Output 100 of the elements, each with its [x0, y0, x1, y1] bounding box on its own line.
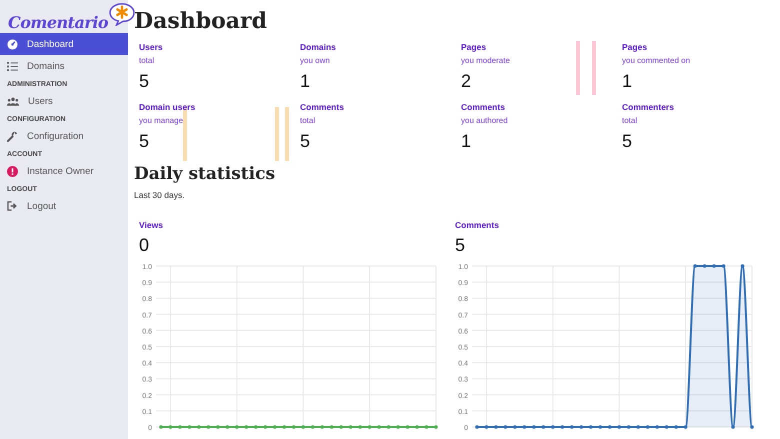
vertical-stripe [576, 41, 580, 95]
stat-value: 1 [622, 71, 634, 92]
stat-caption: you commented on [622, 56, 692, 65]
logo-text: Comentario [8, 13, 108, 32]
alert-icon [7, 166, 18, 176]
nav-item[interactable]: Users [0, 90, 128, 112]
data-point [722, 264, 726, 268]
data-point [551, 425, 555, 429]
vertical-stripe [285, 107, 289, 161]
list-icon [7, 62, 18, 70]
data-point [504, 425, 508, 429]
dashboard-icon [7, 38, 18, 50]
stat-label: Users [139, 42, 164, 52]
data-point [159, 425, 163, 429]
vertical-stripe [275, 107, 279, 161]
data-point [292, 425, 296, 429]
data-point [197, 425, 201, 429]
stat-caption: you own [300, 56, 331, 65]
data-point [589, 425, 593, 429]
data-point [424, 425, 428, 429]
stat-label: Commenters [622, 102, 675, 112]
data-point [570, 425, 574, 429]
stat-value: 5 [622, 131, 634, 152]
data-point [636, 425, 640, 429]
data-point [484, 425, 488, 429]
data-point [617, 425, 622, 429]
data-point [415, 425, 419, 429]
data-point [244, 425, 248, 429]
data-point [310, 425, 315, 429]
data-point [368, 425, 372, 429]
stat-value: 1 [300, 71, 312, 92]
data-point [178, 425, 182, 429]
stat-value: 5 [139, 71, 150, 92]
stat-caption: total [622, 116, 638, 125]
data-point [320, 425, 324, 429]
data-point [702, 264, 706, 268]
data-point [626, 425, 631, 429]
data-point [434, 425, 438, 429]
data-point [377, 425, 381, 429]
stat-label: Domains [300, 42, 337, 52]
data-point [273, 425, 277, 429]
section-title: Daily statistics [134, 164, 276, 184]
data-point [254, 425, 258, 429]
data-point [264, 425, 268, 429]
data-point [226, 425, 230, 429]
data-point [330, 425, 334, 429]
stat-caption: you authored [461, 116, 509, 125]
nav-item[interactable]: Configuration [0, 125, 128, 147]
data-point [674, 425, 678, 429]
stat-caption: total [139, 56, 156, 65]
data-point [406, 425, 410, 429]
data-point [301, 425, 306, 429]
data-point [750, 425, 754, 429]
stat-label: Domain users [139, 102, 196, 112]
data-point [216, 425, 220, 429]
stat-caption: you moderate [461, 56, 511, 65]
nav-item[interactable]: Instance Owner [0, 160, 128, 182]
asterisk-bubble-icon [109, 3, 136, 26]
users-icon [7, 96, 19, 106]
data-point [358, 425, 362, 429]
stat-label: Pages [622, 42, 648, 52]
data-point [235, 425, 239, 429]
section-note: Last 30 days. [134, 190, 186, 200]
data-point [475, 425, 479, 429]
stat-caption: you manage [139, 116, 184, 125]
chart-label: Comments [454, 220, 500, 230]
stat-value: 2 [461, 71, 472, 92]
chart-value: 5 [454, 235, 466, 256]
vertical-stripe [592, 41, 596, 95]
data-point [532, 425, 536, 429]
page-title: Dashboard [134, 8, 268, 34]
nav-item[interactable]: Domains [0, 55, 128, 77]
data-point [339, 425, 343, 429]
data-point [684, 425, 688, 429]
wrench-icon [7, 130, 18, 142]
data-point [282, 425, 286, 429]
data-point [542, 425, 546, 429]
chart-label: Views [138, 220, 164, 230]
nav-item[interactable]: Dashboard [0, 33, 128, 55]
data-point [580, 425, 584, 429]
data-point [513, 425, 517, 429]
data-point [731, 425, 735, 429]
data-point [560, 425, 564, 429]
data-point [598, 425, 602, 429]
data-point [608, 425, 612, 429]
stat-value: 1 [461, 131, 472, 152]
data-point [396, 425, 400, 429]
data-point [693, 264, 697, 268]
stat-caption: total [300, 116, 316, 125]
stat-label: Comments [300, 102, 345, 112]
data-point [168, 425, 172, 429]
stat-value: 5 [139, 131, 150, 152]
data-point [188, 425, 192, 429]
nav-item[interactable]: Logout [0, 195, 128, 217]
data-point [646, 425, 650, 429]
data-point [386, 425, 390, 429]
chart-value: 0 [138, 235, 150, 256]
logout-icon [7, 201, 18, 211]
stat-label: Comments [461, 102, 506, 112]
data-point [740, 264, 744, 268]
